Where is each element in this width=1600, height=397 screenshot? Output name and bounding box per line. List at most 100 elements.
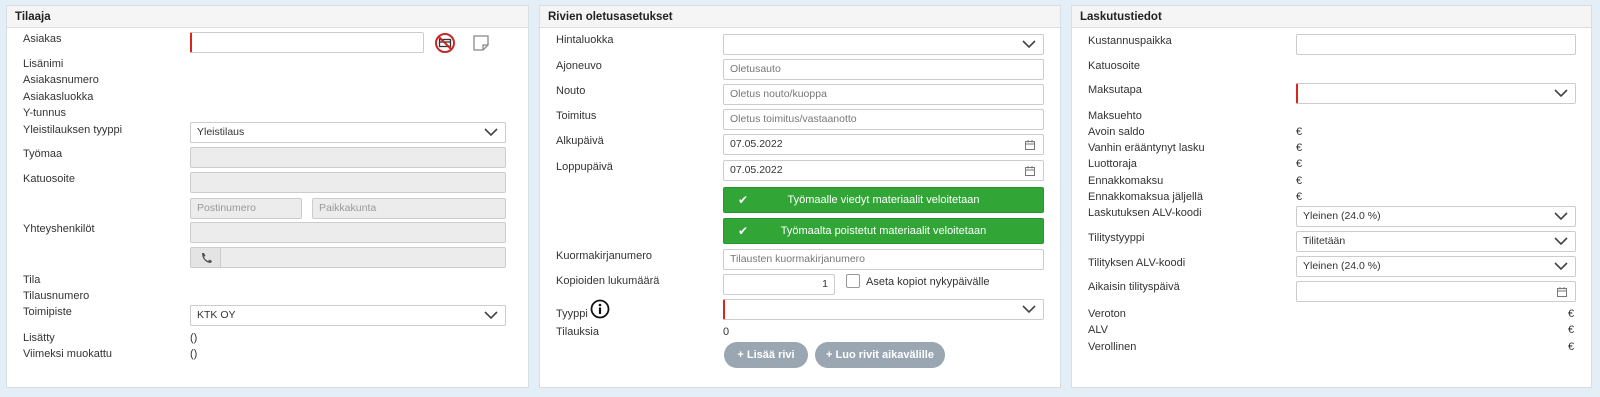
katuosoite-input[interactable] bbox=[190, 172, 506, 193]
ajoneuvo-input[interactable]: Oletusauto bbox=[723, 59, 1044, 80]
loppupaiva-date-input[interactable]: 07.05.2022 bbox=[723, 160, 1044, 181]
vanhin-eraantynyt-value: € bbox=[1296, 142, 1303, 154]
tilityksen-alv-label: Tilityksen ALV-koodi bbox=[1088, 257, 1186, 269]
poistetut-materiaalit-label: Työmaalta poistetut materiaalit veloitet… bbox=[780, 225, 987, 237]
viimeksi-muokattu-label: Viimeksi muokattu bbox=[23, 348, 113, 360]
veroton-label: Veroton bbox=[1088, 308, 1126, 320]
panel-title: Rivien oletusasetukset bbox=[540, 6, 1060, 28]
yleistilauksen-tyyppi-label: Yleistilauksen tyyppi bbox=[23, 124, 123, 136]
kopioiden-lukumaara-value: 1 bbox=[822, 278, 828, 290]
tilaaja-panel: Tilaaja Asiakas Lisänimi Asiakasnumero A… bbox=[6, 5, 529, 388]
phone-icon bbox=[191, 248, 221, 267]
phone-input[interactable] bbox=[190, 247, 506, 268]
chevron-down-icon bbox=[1554, 262, 1568, 271]
maksutapa-label: Maksutapa bbox=[1088, 84, 1142, 96]
veroton-value: € bbox=[1568, 308, 1575, 320]
asiakasnumero-label: Asiakasnumero bbox=[23, 74, 99, 86]
laskutuksen-alv-select[interactable]: Yleinen (24.0 %) bbox=[1296, 206, 1576, 227]
yhteyshenkilot-input[interactable] bbox=[190, 222, 506, 243]
hintaluokka-label: Hintaluokka bbox=[556, 34, 614, 46]
lisatty-value: () bbox=[190, 332, 198, 344]
vanhin-eraantynyt-label: Vanhin erääntynyt lasku bbox=[1088, 142, 1205, 154]
paikkakunta-placeholder: Paikkakunta bbox=[319, 202, 377, 214]
lisaa-rivi-button[interactable]: + Lisää rivi bbox=[724, 342, 808, 368]
aikaisin-tilityspaiva-label: Aikaisin tilityspäivä bbox=[1088, 281, 1180, 293]
info-icon[interactable] bbox=[590, 299, 610, 319]
avoin-saldo-label: Avoin saldo bbox=[1088, 126, 1145, 138]
chevron-down-icon bbox=[1554, 212, 1568, 221]
luo-rivit-aikavalille-button[interactable]: + Luo rivit aikavälille bbox=[815, 342, 945, 368]
maksuehto-label: Maksuehto bbox=[1088, 110, 1142, 122]
tilitystyyppi-value: Tilitetään bbox=[1303, 235, 1346, 247]
panel-title: Laskutustiedot bbox=[1072, 6, 1591, 28]
verollinen-label: Verollinen bbox=[1088, 341, 1137, 353]
alkupaiva-value: 07.05.2022 bbox=[730, 138, 783, 150]
postinumero-input[interactable]: Postinumero bbox=[190, 198, 302, 219]
yhteyshenkilot-label: Yhteyshenkilöt bbox=[23, 223, 95, 235]
ennakkomaksu-label: Ennakkomaksu bbox=[1088, 175, 1164, 187]
alv-label: ALV bbox=[1088, 324, 1108, 336]
ennakkomaksua-jaljella-label: Ennakkomaksua jäljellä bbox=[1088, 191, 1203, 203]
hintaluokka-select[interactable] bbox=[723, 34, 1044, 55]
tilitystyyppi-select[interactable]: Tilitetään bbox=[1296, 231, 1576, 252]
luo-rivit-label: Luo rivit aikavälille bbox=[835, 349, 934, 361]
panel-title: Tilaaja bbox=[7, 6, 528, 28]
viedyt-materiaalit-toggle-button[interactable]: ✔ Työmaalle viedyt materiaalit veloiteta… bbox=[723, 187, 1044, 213]
ajoneuvo-placeholder: Oletusauto bbox=[730, 63, 781, 75]
tilauksia-value: 0 bbox=[723, 326, 730, 338]
kustannuspaikka-label: Kustannuspaikka bbox=[1088, 35, 1172, 47]
aseta-kopiot-checkbox[interactable] bbox=[846, 274, 860, 288]
chevron-down-icon bbox=[1022, 40, 1036, 49]
no-customer-card-icon[interactable] bbox=[434, 32, 456, 54]
asiakasluokka-label: Asiakasluokka bbox=[23, 91, 94, 103]
kopioiden-lukumaara-input[interactable]: 1 bbox=[723, 274, 835, 295]
loppupaiva-label: Loppupäivä bbox=[556, 161, 613, 173]
kuormakirjanumero-placeholder: Tilausten kuormakirjanumero bbox=[730, 253, 865, 265]
toimitus-placeholder: Oletus toimitus/vastaanotto bbox=[730, 113, 857, 125]
toimitus-label: Toimitus bbox=[556, 110, 597, 122]
poistetut-materiaalit-toggle-button[interactable]: ✔ Työmaalta poistetut materiaalit veloit… bbox=[723, 218, 1044, 244]
ennakkomaksu-value: € bbox=[1296, 175, 1303, 187]
kuormakirjanumero-input[interactable]: Tilausten kuormakirjanumero bbox=[723, 249, 1044, 270]
kustannuspaikka-input[interactable] bbox=[1296, 34, 1576, 55]
postinumero-placeholder: Postinumero bbox=[197, 202, 256, 214]
viimeksi-muokattu-value: () bbox=[190, 348, 198, 360]
asiakas-input[interactable] bbox=[190, 32, 424, 53]
calendar-icon[interactable] bbox=[1025, 166, 1035, 176]
alkupaiva-date-input[interactable]: 07.05.2022 bbox=[723, 134, 1044, 155]
alkupaiva-label: Alkupäivä bbox=[556, 135, 604, 147]
yleistilauksen-tyyppi-select[interactable]: Yleistilaus bbox=[190, 122, 506, 143]
toimipiste-select[interactable]: KTK OY bbox=[190, 305, 506, 326]
maksutapa-select[interactable] bbox=[1296, 83, 1576, 104]
viedyt-materiaalit-label: Työmaalle viedyt materiaalit veloitetaan bbox=[787, 194, 980, 206]
chevron-down-icon bbox=[1554, 237, 1568, 246]
laskutuksen-alv-label: Laskutuksen ALV-koodi bbox=[1088, 207, 1202, 219]
nouto-label: Nouto bbox=[556, 85, 586, 97]
check-icon: ✔ bbox=[738, 193, 749, 207]
paikkakunta-input[interactable]: Paikkakunta bbox=[312, 198, 506, 219]
tilityksen-alv-select[interactable]: Yleinen (24.0 %) bbox=[1296, 256, 1576, 277]
lisatty-label: Lisätty bbox=[23, 332, 55, 344]
calendar-icon[interactable] bbox=[1557, 287, 1567, 297]
tyomaa-input[interactable] bbox=[190, 147, 506, 168]
aikaisin-tilityspaiva-date-input[interactable] bbox=[1296, 281, 1576, 302]
kopioiden-lukumaara-label: Kopioiden lukumäärä bbox=[556, 275, 660, 287]
ajoneuvo-label: Ajoneuvo bbox=[556, 60, 602, 72]
note-icon[interactable] bbox=[471, 33, 491, 53]
ennakkomaksua-jaljella-value: € bbox=[1296, 191, 1303, 203]
plus-icon: + bbox=[826, 349, 833, 361]
calendar-icon[interactable] bbox=[1025, 140, 1035, 150]
aseta-kopiot-label: Aseta kopiot nykypäivälle bbox=[866, 276, 990, 288]
nouto-placeholder: Oletus nouto/kuoppa bbox=[730, 88, 827, 100]
chevron-down-icon bbox=[1554, 89, 1568, 98]
chevron-down-icon bbox=[1022, 305, 1036, 314]
asiakas-label: Asiakas bbox=[23, 33, 62, 45]
toimitus-input[interactable]: Oletus toimitus/vastaanotto bbox=[723, 109, 1044, 130]
nouto-input[interactable]: Oletus nouto/kuoppa bbox=[723, 84, 1044, 105]
yleistilauksen-tyyppi-value: Yleistilaus bbox=[197, 126, 245, 138]
laskutustiedot-panel: Laskutustiedot Kustannuspaikka Katuosoit… bbox=[1071, 5, 1592, 388]
chevron-down-icon bbox=[484, 311, 498, 320]
alv-value: € bbox=[1568, 324, 1575, 336]
tyomaa-label: Työmaa bbox=[23, 148, 63, 160]
tyyppi-select[interactable] bbox=[723, 299, 1044, 320]
